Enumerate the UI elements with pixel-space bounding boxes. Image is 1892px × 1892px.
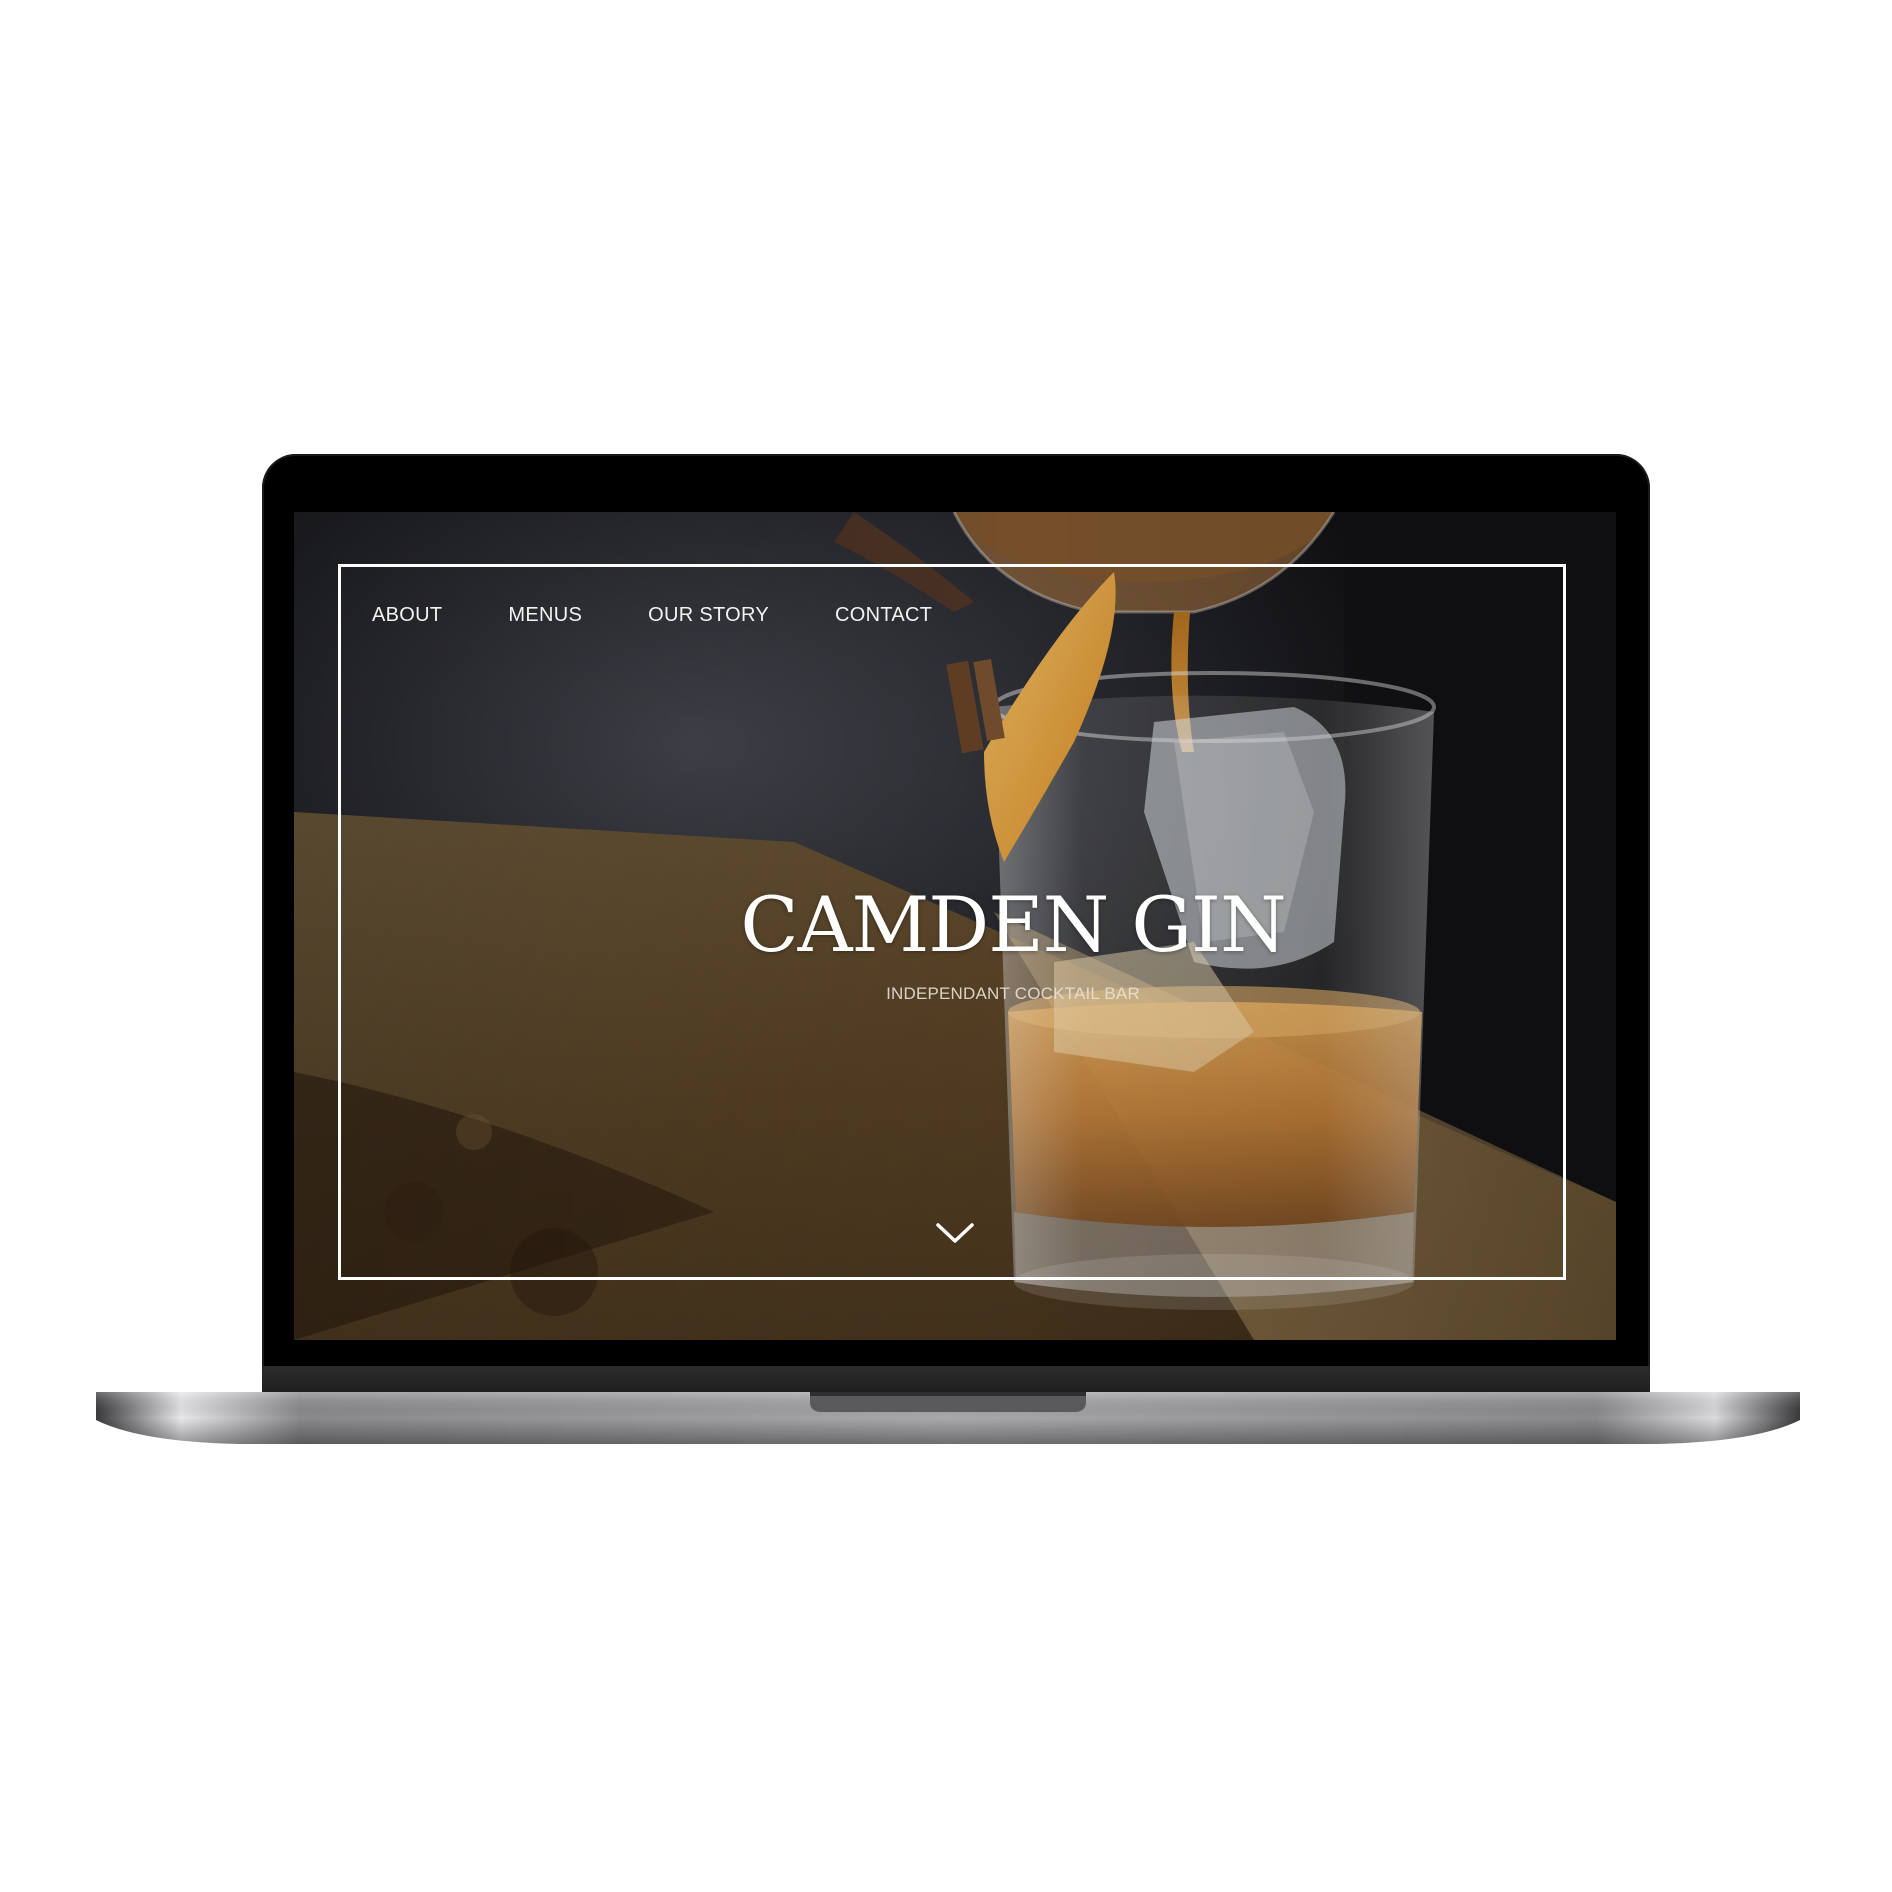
page: ABOUT MENUS OUR STORY CONTACT CAMDEN GIN… xyxy=(0,0,1892,1892)
nav-item-our-story[interactable]: OUR STORY xyxy=(648,604,769,627)
hero-subtitle: INDEPENDANT COCKTAIL BAR xyxy=(886,984,1140,1003)
chevron-down-icon xyxy=(936,1223,974,1243)
hero-title: CAMDEN GIN xyxy=(740,880,1286,969)
nav-item-menus[interactable]: MENUS xyxy=(508,604,582,627)
scroll-down-button[interactable] xyxy=(934,1220,976,1246)
laptop-base xyxy=(96,1392,1800,1444)
nav-item-contact[interactable]: CONTACT xyxy=(835,604,932,627)
nav-item-about[interactable]: ABOUT xyxy=(372,604,442,627)
laptop-screen: ABOUT MENUS OUR STORY CONTACT CAMDEN GIN… xyxy=(294,512,1616,1340)
main-nav: ABOUT MENUS OUR STORY CONTACT xyxy=(372,604,998,627)
